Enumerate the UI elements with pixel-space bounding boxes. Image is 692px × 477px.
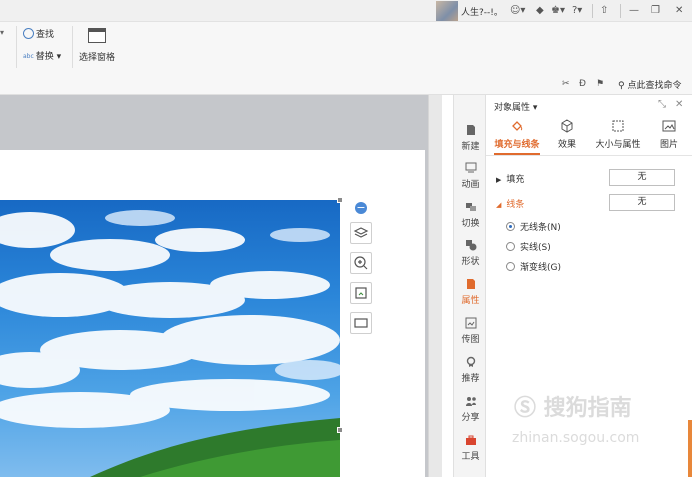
ribbon-cut-item[interactable]: ▾	[0, 28, 4, 37]
tool-icon[interactable]: ✂	[562, 79, 570, 89]
sidebar-item-properties[interactable]: 属性	[454, 278, 487, 314]
shape-icon	[465, 240, 476, 251]
search-command[interactable]: ⚲ 点此查找命令	[618, 78, 681, 91]
watermark-url: zhinan.sogou.com	[512, 430, 640, 446]
radio-solid-line[interactable]: 实线(S)	[506, 240, 551, 253]
layers-icon	[353, 227, 369, 238]
tab-size-and-properties[interactable]: 大小与属性	[590, 119, 646, 150]
sidebar-item-shape[interactable]: 形状	[454, 239, 487, 275]
radio-gradient-line[interactable]: 渐变线(G)	[506, 260, 561, 273]
find-button[interactable]: 查找	[23, 27, 54, 40]
size-icon	[612, 120, 624, 132]
skin-icon[interactable]: ☺▾	[510, 4, 525, 18]
sidebar-item-recommend[interactable]: 推荐	[454, 356, 487, 392]
sidebar-item-transition[interactable]: 切换	[454, 201, 487, 237]
sky-photo[interactable]	[0, 200, 340, 477]
cube-icon	[561, 119, 573, 133]
recommend-icon	[466, 356, 475, 367]
search-icon	[23, 28, 34, 39]
doc-icon[interactable]: Ð	[579, 79, 586, 89]
sidebar-item-share[interactable]: 分享	[454, 395, 487, 431]
vertical-scrollbar[interactable]	[428, 95, 442, 477]
panel-title[interactable]: 对象属性 ▾	[494, 100, 537, 113]
radio-button	[506, 242, 515, 251]
resize-handle-top-right[interactable]	[337, 197, 343, 203]
radio-button	[506, 222, 515, 231]
resize-handle-right[interactable]	[337, 427, 343, 433]
fill-select[interactable]: 无	[609, 169, 675, 186]
sky-photo-art	[0, 210, 340, 477]
side-tab[interactable]	[688, 420, 692, 477]
selection-pane-button[interactable]: 选择窗格	[79, 50, 115, 63]
zoom-in-icon	[354, 256, 368, 270]
restore-icon[interactable]: ❐	[651, 4, 660, 18]
sidebar-item-animation[interactable]: 动画	[454, 162, 487, 198]
replace-icon: abc	[23, 53, 34, 60]
minimize-icon[interactable]: —	[629, 4, 639, 18]
sidebar-item-tools[interactable]: 工具	[454, 434, 487, 470]
feedback-icon[interactable]: ◆	[536, 4, 544, 18]
flag-icon[interactable]: ⚑	[596, 79, 604, 89]
new-icon	[466, 125, 475, 135]
zoom-in-button[interactable]	[350, 252, 372, 274]
line-section-toggle[interactable]: ◢ 线条	[496, 197, 524, 210]
tab-picture[interactable]: 图片	[641, 119, 692, 150]
transition-icon	[465, 203, 476, 211]
animation-icon	[465, 162, 476, 173]
frame-icon	[354, 318, 368, 328]
close-icon[interactable]: ✕	[675, 4, 683, 18]
properties-icon	[466, 279, 475, 289]
username[interactable]: 人生?--!。	[461, 5, 503, 18]
tab-fill-and-line[interactable]: 填充与线条	[489, 119, 545, 150]
ribbon: ▾ 查找 abc 替换 ▾ 选择窗格 ✂ Ð ⚑ ⚲ 点此查找命令	[0, 22, 692, 95]
picture-icon	[662, 120, 676, 132]
watermark-text: Ⓢ 搜狗指南	[514, 396, 632, 421]
collapse-triangle-icon: ◢	[496, 201, 502, 209]
share-icon	[465, 397, 476, 406]
line-select[interactable]: 无	[609, 194, 675, 211]
collapse-icon[interactable]: −	[355, 202, 367, 214]
sidebar-item-upload-image[interactable]: 传图	[454, 317, 487, 353]
paint-bucket-icon	[512, 121, 523, 131]
avatar[interactable]	[436, 1, 458, 21]
radio-no-line[interactable]: 无线条(N)	[506, 220, 561, 233]
toolbox-icon	[465, 435, 476, 445]
fill-section-toggle[interactable]: ▶ 填充	[496, 172, 524, 185]
frame-button[interactable]	[350, 312, 372, 334]
selection-pane-icon[interactable]	[88, 28, 106, 43]
panel-close-icon[interactable]: ✕	[675, 99, 683, 110]
pin-icon[interactable]: ⤡	[658, 99, 666, 110]
ribbon-toolbar: ✂ Ð ⚑ ⚲ 点此查找命令	[0, 74, 692, 95]
tab-divider	[486, 155, 692, 156]
title-bar: 人生?--!。 ☺▾ ◆ ♚▾ ?▾ ⇧ — ❐ ✕	[0, 0, 692, 22]
help-icon[interactable]: ?▾	[572, 4, 582, 18]
expand-icon: ▶	[496, 176, 502, 184]
shirt-icon[interactable]: ♚▾	[551, 4, 565, 18]
sidebar-item-new[interactable]: 新建	[454, 124, 487, 160]
replace-button[interactable]: abc 替换 ▾	[23, 49, 61, 62]
image-upload-icon	[465, 317, 476, 329]
crop-button[interactable]	[350, 282, 372, 304]
upload-icon[interactable]: ⇧	[600, 4, 608, 18]
crop-icon	[355, 287, 367, 299]
side-toolbar: 新建 动画 切换 形状 属性 传图 推荐 分享 工具	[453, 95, 486, 477]
radio-button	[506, 262, 515, 271]
layers-button[interactable]	[350, 222, 372, 244]
tab-effects[interactable]: 效果	[539, 119, 595, 150]
